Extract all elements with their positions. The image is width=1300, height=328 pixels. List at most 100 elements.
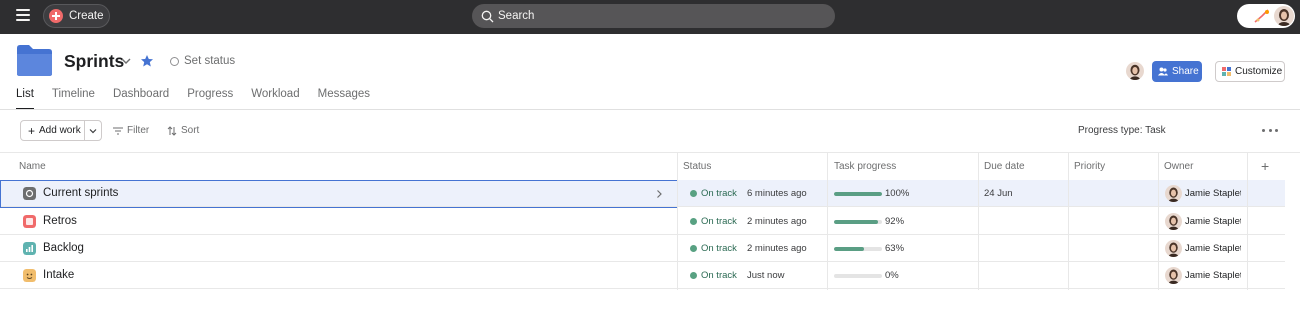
plus-icon: + (28, 123, 36, 138)
account-area[interactable] (1237, 4, 1295, 28)
create-button[interactable]: Create (43, 4, 110, 28)
progress-percent: 63% (885, 243, 905, 254)
sort-icon (167, 125, 177, 136)
table-row[interactable]: Current sprints On track 6 minutes ago 1… (0, 180, 1285, 207)
table-row[interactable]: Retros On track 2 minutes ago 92% Jamie … (0, 208, 1285, 235)
share-label: Share (1172, 66, 1199, 77)
top-bar: Create Search (0, 0, 1300, 34)
folder-icon (17, 45, 52, 76)
add-work-button-group: + Add work (20, 120, 102, 141)
sparkle-icon[interactable] (1253, 7, 1271, 25)
table-row[interactable]: Backlog On track 2 minutes ago 63% Jamie… (0, 235, 1285, 262)
progress-bar-fill (834, 220, 879, 224)
page-title: Sprints (64, 51, 125, 71)
sprint-icon (23, 187, 36, 200)
column-header-status[interactable]: Status (683, 161, 711, 172)
add-column-button[interactable]: + (1261, 159, 1269, 173)
view-tabs: List Timeline Dashboard Progress Workloa… (16, 88, 388, 110)
hamburger-icon[interactable] (16, 9, 30, 23)
tab-timeline[interactable]: Timeline (52, 88, 95, 109)
progress-bar-fill (834, 192, 882, 196)
column-header-due-date[interactable]: Due date (984, 161, 1025, 172)
status-dot-icon (690, 218, 697, 225)
customize-button[interactable]: Customize (1215, 61, 1285, 82)
customize-label: Customize (1235, 66, 1283, 77)
owner-name[interactable]: Jamie Stapleton (1185, 243, 1241, 254)
column-header-priority[interactable]: Priority (1074, 161, 1105, 172)
user-avatar[interactable] (1274, 6, 1294, 26)
owner-avatar (1165, 185, 1182, 202)
progress-bar (834, 274, 882, 278)
status-label[interactable]: On track (701, 270, 737, 281)
table-top-divider (0, 152, 1300, 153)
progress-percent: 100% (885, 188, 910, 199)
set-status-label: Set status (184, 55, 236, 67)
table-row[interactable]: Intake On track Just now 0% Jamie Staple… (0, 262, 1285, 289)
column-divider (827, 153, 828, 290)
tab-list[interactable]: List (16, 88, 34, 110)
status-updated: 6 minutes ago (747, 188, 807, 199)
add-work-dropdown[interactable] (85, 121, 101, 140)
search-input[interactable]: Search (472, 4, 835, 28)
chevron-down-icon (89, 128, 97, 133)
owner-avatar (1165, 213, 1182, 230)
tab-progress[interactable]: Progress (187, 88, 233, 109)
filter-button[interactable]: Filter (113, 125, 149, 136)
progress-bar-fill (834, 247, 865, 251)
chevron-right-icon[interactable] (655, 189, 663, 199)
create-label: Create (69, 10, 104, 22)
status-updated: 2 minutes ago (747, 216, 807, 227)
column-header-owner[interactable]: Owner (1164, 161, 1193, 172)
status-updated: 2 minutes ago (747, 243, 807, 254)
status-label[interactable]: On track (701, 243, 737, 254)
add-work-button[interactable]: + Add work (21, 121, 86, 140)
tabs-divider (0, 109, 1300, 110)
add-work-label: Add work (39, 125, 81, 136)
owner-name[interactable]: Jamie Stapleton (1185, 216, 1241, 227)
column-divider (677, 153, 678, 290)
status-updated: Just now (747, 270, 785, 281)
status-dot-icon (690, 245, 697, 252)
face-icon (23, 269, 36, 282)
sort-button[interactable]: Sort (167, 125, 199, 136)
row-name[interactable]: Retros (43, 215, 77, 227)
plus-icon (49, 9, 63, 23)
progress-bar (834, 220, 882, 224)
member-avatar[interactable] (1126, 62, 1144, 80)
progress-percent: 92% (885, 216, 905, 227)
more-options-icon[interactable] (1262, 125, 1278, 135)
star-icon[interactable] (140, 54, 154, 68)
progress-bar (834, 247, 882, 251)
people-icon (1158, 67, 1168, 76)
chart-icon (23, 242, 36, 255)
status-label[interactable]: On track (701, 188, 737, 199)
owner-avatar (1165, 240, 1182, 257)
tab-dashboard[interactable]: Dashboard (113, 88, 169, 109)
progress-percent: 0% (885, 270, 899, 281)
tab-messages[interactable]: Messages (318, 88, 370, 109)
progress-bar (834, 192, 882, 196)
owner-avatar (1165, 267, 1182, 284)
column-divider (1247, 153, 1248, 290)
tab-workload[interactable]: Workload (251, 88, 299, 109)
chevron-down-icon[interactable] (120, 55, 132, 67)
column-divider (1068, 153, 1069, 290)
share-button[interactable]: Share (1152, 61, 1202, 82)
column-header-task-progress[interactable]: Task progress (834, 161, 896, 172)
owner-name[interactable]: Jamie Stapleton (1185, 188, 1241, 199)
retro-icon (23, 215, 36, 228)
row-name[interactable]: Backlog (43, 242, 84, 254)
progress-type-selector[interactable]: Progress type: Task (1078, 125, 1166, 136)
sort-label: Sort (181, 125, 200, 136)
set-status-button[interactable]: Set status (170, 55, 235, 67)
status-label[interactable]: On track (701, 216, 737, 227)
owner-name[interactable]: Jamie Stapleton (1185, 270, 1241, 281)
column-divider (1158, 153, 1159, 290)
row-name[interactable]: Intake (43, 269, 74, 281)
status-circle-icon (170, 56, 179, 66)
due-date[interactable]: 24 Jun (984, 188, 1013, 199)
row-name[interactable]: Current sprints (43, 187, 118, 199)
column-header-name[interactable]: Name (19, 161, 46, 172)
search-icon (481, 10, 494, 22)
status-dot-icon (690, 272, 697, 279)
